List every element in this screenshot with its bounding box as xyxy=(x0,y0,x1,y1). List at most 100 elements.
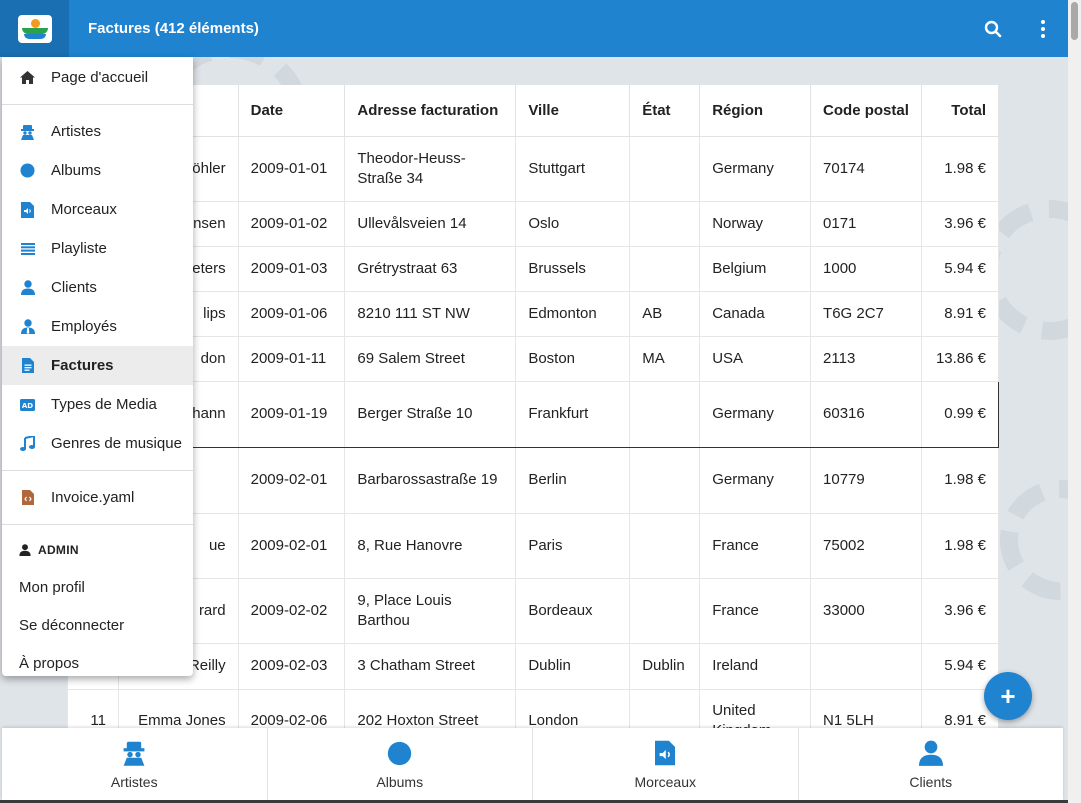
user-secret-icon xyxy=(19,123,36,140)
table-row[interactable]: ue 2009-02-01 8, Rue Hanovre Paris France 750… xyxy=(67,512,999,579)
cell-address: 3 Chatham Street xyxy=(344,642,517,690)
plus-icon: + xyxy=(1000,681,1016,711)
app-header: Factures (412 éléments) xyxy=(0,0,1068,57)
cell-date: 2009-02-06 xyxy=(237,688,346,728)
audio-file-icon xyxy=(19,201,36,218)
search-button[interactable] xyxy=(968,0,1018,57)
cell-region: Germany xyxy=(699,446,812,514)
cell-region: Norway xyxy=(699,200,812,247)
menu-item-employes[interactable]: Employés xyxy=(2,307,193,346)
table-row[interactable]: 2009-02-01 Barbarossastraße 19 Berlin Germa… xyxy=(67,446,999,514)
table-header-row: Date Adresse facturation Ville État Régi… xyxy=(67,85,999,137)
bottom-nav-artistes[interactable]: Artistes xyxy=(2,728,268,800)
cell-postal: 1000 xyxy=(810,245,923,292)
column-header-city[interactable]: Ville xyxy=(515,85,631,137)
list-icon xyxy=(19,240,36,257)
menu-item-logout[interactable]: Se déconnecter xyxy=(2,606,193,644)
cell-state: MA xyxy=(629,335,701,382)
cell-postal: N1 5LH xyxy=(810,688,923,728)
menu-item-about[interactable]: À propos xyxy=(2,644,193,676)
cell-address: Theodor-Heuss-Straße 34 xyxy=(344,135,517,202)
cell-postal: T6G 2C7 xyxy=(810,290,923,337)
more-options-button[interactable] xyxy=(1018,0,1068,57)
column-header-region[interactable]: Région xyxy=(699,85,812,137)
cell-region: Germany xyxy=(699,135,812,202)
cell-postal: 60316 xyxy=(810,380,923,448)
invoice-icon xyxy=(19,357,36,374)
cell-postal: 2113 xyxy=(810,335,923,382)
cell-state xyxy=(629,446,701,514)
menu-item-clients[interactable]: Clients xyxy=(2,268,193,307)
invoices-table: Date Adresse facturation Ville État Régi… xyxy=(67,85,999,728)
user-icon xyxy=(918,738,943,768)
admin-heading-label: ADMIN xyxy=(38,543,79,557)
menu-item-albums[interactable]: Albums xyxy=(2,151,193,190)
menu-item-types-de-media[interactable]: AD Types de Media xyxy=(2,385,193,424)
menu-item-playliste[interactable]: Playliste xyxy=(2,229,193,268)
background-gear-decoration xyxy=(1000,480,1068,600)
cell-postal: 33000 xyxy=(810,577,923,644)
bottom-nav-clients[interactable]: Clients xyxy=(799,728,1064,800)
cell-address: 9, Place Louis Barthou xyxy=(344,577,517,644)
code-file-icon xyxy=(19,489,36,506)
menu-divider xyxy=(2,470,193,471)
table-row[interactable]: eters 2009-01-03 Grétrystraat 63 Brussels Be… xyxy=(67,245,999,292)
cell-postal: 75002 xyxy=(810,512,923,579)
menu-item-label: Morceaux xyxy=(51,201,117,218)
cell-postal: 70174 xyxy=(810,135,923,202)
scrollbar-thumb[interactable] xyxy=(1071,2,1078,40)
page-scrollbar[interactable] xyxy=(1068,0,1081,803)
menu-divider xyxy=(2,104,193,105)
table-row[interactable]: rard 2009-02-02 9, Place Louis Barthou Bord… xyxy=(67,577,999,644)
cell-date: 2009-02-03 xyxy=(237,642,346,690)
menu-item-artistes[interactable]: Artistes xyxy=(2,112,193,151)
menu-item-factures[interactable]: Factures xyxy=(2,346,193,385)
add-invoice-button[interactable]: + xyxy=(984,672,1032,720)
cell-city: London xyxy=(515,688,631,728)
cell-state xyxy=(629,200,701,247)
more-vert-icon xyxy=(1041,19,1045,38)
cell-address: Ullevålsveien 14 xyxy=(344,200,517,247)
cell-total: 13.86 € xyxy=(921,335,999,382)
cell-region: Canada xyxy=(699,290,812,337)
user-tie-icon xyxy=(19,318,36,335)
column-header-total[interactable]: Total xyxy=(921,85,999,137)
cell-date: 2009-01-19 xyxy=(237,380,346,448)
menu-item-label: Employés xyxy=(51,318,117,335)
table-row[interactable]: nsen 2009-01-02 Ullevålsveien 14 Oslo Norway… xyxy=(67,200,999,247)
table-row[interactable]: 11 Emma Jones 2009-02-06 202 Hoxton Street L… xyxy=(67,688,999,728)
bottom-nav-label: Albums xyxy=(376,774,424,790)
menu-item-profile[interactable]: Mon profil xyxy=(2,568,193,606)
cell-total: 5.94 € xyxy=(921,245,999,292)
cell-address: 8210 111 ST NW xyxy=(344,290,517,337)
column-header-address[interactable]: Adresse facturation xyxy=(344,85,517,137)
table-row[interactable]: Reilly 2009-02-03 3 Chatham Street Dublin Du… xyxy=(67,642,999,690)
menu-item-morceaux[interactable]: Morceaux xyxy=(2,190,193,229)
table-row[interactable]: öhler 2009-01-01 Theodor-Heuss-Straße 34 St… xyxy=(67,135,999,202)
cell-region: USA xyxy=(699,335,812,382)
page-title: Factures (412 éléments) xyxy=(88,20,259,37)
cell-address: Berger Straße 10 xyxy=(344,380,517,448)
cell-postal xyxy=(810,642,923,690)
cell-total: 1.98 € xyxy=(921,446,999,514)
column-header-date[interactable]: Date xyxy=(237,85,346,137)
table-row[interactable]: don 2009-01-11 69 Salem Street Boston MA USA 2… xyxy=(67,335,999,382)
cell-region: Germany xyxy=(699,380,812,448)
column-header-postal-code[interactable]: Code postal xyxy=(810,85,923,137)
bottom-nav-morceaux[interactable]: Morceaux xyxy=(533,728,799,800)
menu-item-label: Playliste xyxy=(51,240,107,257)
table-row[interactable]: hann 2009-01-19 Berger Straße 10 Frankfurt G… xyxy=(67,380,999,448)
table-row[interactable]: lips 2009-01-06 8210 111 ST NW Edmonton AB Ca… xyxy=(67,290,999,337)
menu-item-invoice-yaml[interactable]: Invoice.yaml xyxy=(2,478,193,517)
cell-city: Edmonton xyxy=(515,290,631,337)
cell-id: 11 xyxy=(67,688,119,728)
logo-button[interactable] xyxy=(0,0,69,57)
column-header-state[interactable]: État xyxy=(629,85,701,137)
svg-text:AD: AD xyxy=(22,402,33,410)
cell-address: Barbarossastraße 19 xyxy=(344,446,517,514)
menu-item-home[interactable]: Page d'accueil xyxy=(2,58,193,97)
menu-item-genres[interactable]: Genres de musique xyxy=(2,424,193,463)
bottom-nav-albums[interactable]: Albums xyxy=(268,728,533,800)
bottom-nav-label: Clients xyxy=(909,774,953,790)
cell-date: 2009-01-11 xyxy=(237,335,346,382)
